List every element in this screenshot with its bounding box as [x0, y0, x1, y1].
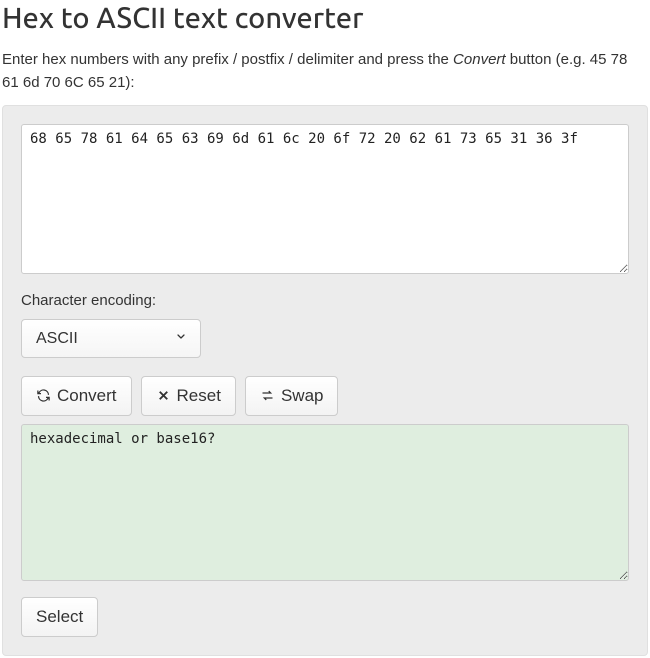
page-title: Hex to ASCII text converter: [2, 0, 648, 34]
swap-button-label: Swap: [281, 386, 324, 406]
ascii-output[interactable]: [21, 424, 629, 581]
swap-icon: [260, 388, 275, 403]
select-button-label: Select: [36, 607, 83, 627]
close-icon: [156, 388, 171, 403]
encoding-select[interactable]: ASCII: [21, 319, 201, 358]
convert-button-label: Convert: [57, 386, 117, 406]
select-button[interactable]: Select: [21, 597, 98, 637]
hex-input[interactable]: [21, 124, 629, 274]
swap-button[interactable]: Swap: [245, 376, 339, 416]
converter-panel: Character encoding: ASCII Convert Reset: [2, 105, 648, 656]
intro-text: Enter hex numbers with any prefix / post…: [2, 48, 648, 95]
intro-pre: Enter hex numbers with any prefix / post…: [2, 51, 453, 68]
convert-button[interactable]: Convert: [21, 376, 132, 416]
reset-button-label: Reset: [177, 386, 221, 406]
reset-button[interactable]: Reset: [141, 376, 236, 416]
intro-em: Convert: [453, 51, 506, 68]
encoding-label: Character encoding:: [21, 292, 629, 309]
refresh-icon: [36, 388, 51, 403]
